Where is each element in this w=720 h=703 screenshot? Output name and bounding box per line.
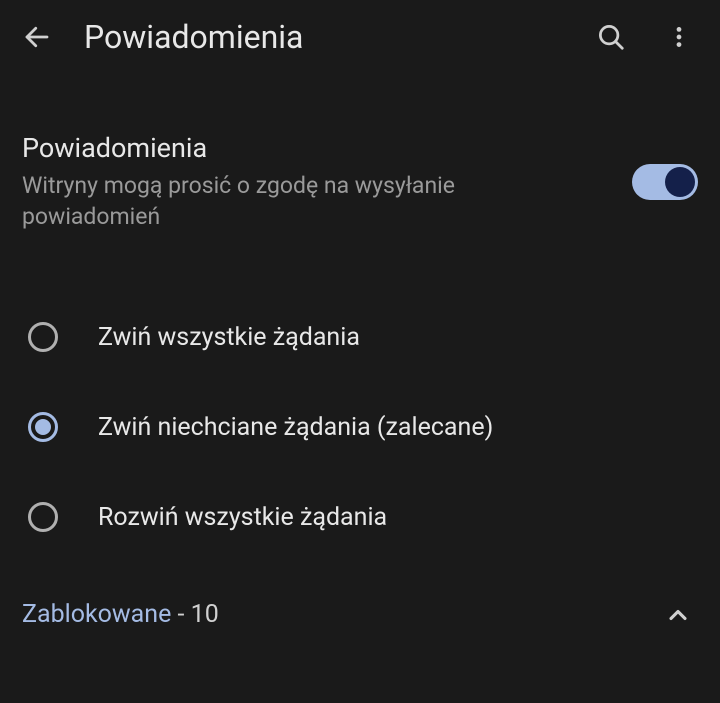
radio-option-collapse-unwanted[interactable]: Zwiń niechciane żądania (zalecane)	[22, 382, 698, 472]
page-title: Powiadomienia	[84, 18, 564, 56]
notifications-toggle[interactable]	[632, 164, 698, 200]
radio-label: Zwiń niechciane żądania (zalecane)	[98, 413, 493, 442]
blocked-name: Zablokowane	[22, 600, 171, 629]
radio-label: Rozwiń wszystkie żądania	[98, 503, 387, 532]
more-button[interactable]	[666, 24, 692, 50]
arrow-left-icon	[22, 22, 52, 52]
blocked-section-label: Zablokowane - 10	[22, 600, 219, 629]
search-icon	[596, 22, 626, 52]
content-area: Powiadomienia Witryny mogą prosić o zgod…	[0, 74, 720, 629]
radio-indicator	[28, 502, 58, 532]
notifications-toggle-row: Powiadomienia Witryny mogą prosić o zgod…	[22, 74, 698, 232]
blocked-separator: -	[171, 600, 190, 629]
radio-indicator	[28, 322, 58, 352]
chevron-up-icon	[664, 601, 692, 629]
toggle-thumb	[665, 167, 695, 197]
more-vert-icon	[666, 24, 692, 50]
radio-indicator	[28, 412, 58, 442]
header-actions	[596, 22, 692, 52]
radio-option-collapse-all[interactable]: Zwiń wszystkie żądania	[22, 292, 698, 382]
blocked-section-header[interactable]: Zablokowane - 10	[22, 562, 698, 629]
search-button[interactable]	[596, 22, 626, 52]
request-mode-radio-group: Zwiń wszystkie żądania Zwiń niechciane ż…	[22, 232, 698, 562]
radio-option-expand-all[interactable]: Rozwiń wszystkie żądania	[22, 472, 698, 562]
app-header: Powiadomienia	[0, 0, 720, 74]
setting-text: Powiadomienia Witryny mogą prosić o zgod…	[22, 132, 592, 232]
setting-subtitle: Witryny mogą prosić o zgodę na wysyłanie…	[22, 170, 592, 232]
collapse-button[interactable]	[664, 601, 692, 629]
back-button[interactable]	[22, 22, 52, 52]
radio-label: Zwiń wszystkie żądania	[98, 323, 360, 352]
blocked-count: 10	[191, 600, 219, 629]
setting-title: Powiadomienia	[22, 132, 592, 164]
